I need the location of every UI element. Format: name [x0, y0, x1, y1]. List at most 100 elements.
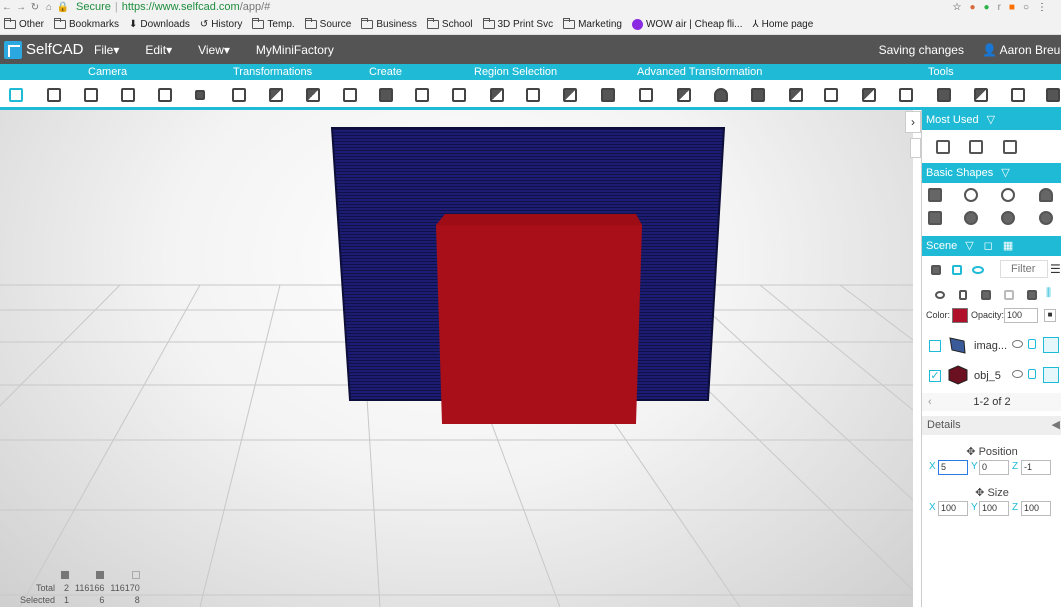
zoom-camera-tool-icon[interactable] — [45, 86, 63, 104]
sketch-tool-icon[interactable] — [1044, 86, 1061, 104]
extension-icon-dot[interactable]: ○ — [1023, 2, 1029, 13]
bookmark-temp[interactable]: Temp. — [252, 17, 295, 30]
shape-torus-knot-icon[interactable] — [963, 210, 979, 226]
eye-icon[interactable] — [1012, 370, 1023, 378]
bookmark-marketing[interactable]: Marketing — [563, 17, 622, 30]
category-transformations[interactable]: Transformations — [233, 66, 312, 78]
chevron-left-icon[interactable]: ‹ — [928, 393, 932, 411]
extension-icon-green[interactable]: ● — [984, 2, 990, 13]
bevel-tool-icon[interactable] — [675, 86, 693, 104]
bookmark-downloads[interactable]: ⬇ Downloads — [129, 19, 190, 30]
most-used-box-icon[interactable] — [968, 139, 984, 155]
object-checkbox[interactable] — [929, 340, 941, 352]
cube-object[interactable] — [436, 225, 642, 424]
scene-grid-icon[interactable]: ▦ — [1003, 240, 1013, 252]
size-z-input[interactable]: 100 — [1021, 501, 1051, 516]
opacity-reset-button[interactable]: ■ — [1044, 309, 1056, 322]
column-solid-icon[interactable] — [978, 287, 994, 303]
bookmark-business[interactable]: Business — [361, 17, 417, 30]
scene-header[interactable]: Scene ▽ ◻ ▦ — [922, 236, 1061, 256]
camera-settings-tool-icon[interactable] — [156, 86, 174, 104]
color-swatch[interactable] — [952, 308, 968, 323]
bookmark-other[interactable]: Other — [4, 17, 44, 30]
stack-tool-icon[interactable] — [599, 86, 617, 104]
extension-icon-orange[interactable]: ■ — [1009, 2, 1015, 13]
lock-icon[interactable] — [1028, 339, 1036, 349]
boolean-tool-icon[interactable] — [897, 86, 915, 104]
camera-360-tool-icon[interactable] — [7, 86, 25, 104]
collapse-panel-button[interactable]: › — [905, 111, 921, 133]
create-box-tool-icon[interactable] — [413, 86, 431, 104]
shape-icosahedron-icon[interactable] — [1038, 210, 1054, 226]
selfcad-logo[interactable]: SelfCAD — [0, 40, 86, 59]
opacity-input[interactable]: 100 — [1004, 308, 1038, 323]
object-checkbox-checked[interactable]: ✓ — [929, 370, 941, 382]
object-cube-icon[interactable] — [1043, 337, 1059, 353]
scene-eye-icon[interactable] — [970, 262, 986, 278]
object-cube-icon[interactable] — [1043, 367, 1059, 383]
most-used-cube-icon[interactable] — [935, 139, 951, 155]
scene-objects-icon[interactable] — [928, 262, 944, 278]
rotate-camera-tool-icon[interactable] — [119, 86, 137, 104]
browser-menu-icon[interactable]: ⋮ — [1037, 2, 1047, 13]
mirror-tool-icon[interactable] — [822, 86, 840, 104]
menu-file[interactable]: File▾ — [94, 43, 119, 57]
forward-icon[interactable]: → — [14, 2, 28, 13]
category-advanced-transformation[interactable]: Advanced Transformation — [637, 66, 762, 78]
size-x-input[interactable]: 100 — [938, 501, 968, 516]
extension-icon[interactable]: ● — [969, 2, 975, 13]
position-z-input[interactable]: -1 — [1021, 460, 1051, 475]
bookmark-3d-print[interactable]: 3D Print Svc — [482, 17, 553, 30]
shape-cube-icon[interactable] — [927, 187, 943, 203]
scene-object-row[interactable]: ✓ obj_5 — [922, 362, 1061, 390]
move-tool-icon[interactable] — [230, 86, 248, 104]
most-used-frame-icon[interactable] — [1002, 139, 1018, 155]
bookmark-bookmarks[interactable]: Bookmarks — [54, 17, 119, 30]
edge-select-tool-icon[interactable] — [524, 86, 542, 104]
eye-icon[interactable] — [1012, 340, 1023, 348]
bookmark-history[interactable]: ↺ History — [200, 19, 243, 30]
bookmark-source[interactable]: Source — [304, 17, 351, 30]
column-wireframe-icon[interactable] — [1001, 287, 1017, 303]
scene-object-row[interactable]: imag... — [922, 332, 1061, 360]
scene-visibility-off-icon[interactable] — [949, 262, 965, 278]
bookmark-home-page[interactable]: ⅄ Home page — [753, 19, 814, 30]
scene-filter-input[interactable] — [1000, 260, 1048, 278]
shape-cone-icon[interactable] — [1038, 187, 1054, 203]
user-menu[interactable]: 👤 Aaron Breue — [982, 43, 1061, 57]
category-create[interactable]: Create — [369, 66, 402, 78]
panel-tab-button[interactable] — [910, 138, 921, 158]
3d-viewport[interactable]: Total 2 116166 116170 Selected 1 6 8 — [0, 110, 913, 607]
extrude-tool-icon[interactable] — [377, 86, 395, 104]
subdivide-tool-icon[interactable] — [637, 86, 655, 104]
scale-tool-icon[interactable] — [304, 86, 322, 104]
align-tool-icon[interactable] — [860, 86, 878, 104]
category-region-selection[interactable]: Region Selection — [474, 66, 557, 78]
back-icon[interactable]: ← — [0, 2, 14, 13]
twist-tool-icon[interactable] — [749, 86, 767, 104]
reload-icon[interactable]: ↻ — [28, 2, 42, 13]
category-camera[interactable]: Camera — [88, 66, 127, 78]
basic-shapes-header[interactable]: Basic Shapes ▽ — [922, 163, 1061, 183]
shape-cylinder-icon[interactable] — [927, 210, 943, 226]
slice-tool-icon[interactable] — [787, 86, 805, 104]
menu-myminifactory[interactable]: MyMiniFactory — [256, 43, 334, 57]
star-icon[interactable]: ☆ — [953, 2, 962, 13]
pan-camera-tool-icon[interactable] — [82, 86, 100, 104]
menu-view[interactable]: View▾ — [198, 43, 230, 57]
url-text[interactable]: https://www.selfcad.com/app/# — [122, 1, 271, 13]
cone-tool-icon[interactable] — [712, 86, 730, 104]
column-settings-icon[interactable]: ⫼ — [1046, 287, 1061, 303]
shape-sphere-icon[interactable] — [1000, 187, 1016, 203]
scene-menu-icon[interactable]: ☰ — [1050, 262, 1061, 278]
size-y-input[interactable]: 100 — [979, 501, 1009, 516]
lock-icon[interactable] — [1028, 369, 1036, 379]
face-select-tool-icon[interactable] — [488, 86, 506, 104]
position-y-input[interactable]: 0 — [979, 460, 1009, 475]
scene-view-toggle-icon[interactable]: ◻ — [984, 240, 993, 252]
column-visibility-icon[interactable] — [932, 287, 948, 303]
triangle-left-icon[interactable]: ◀ — [1052, 416, 1060, 435]
bookmark-wow-air[interactable]: WOW air | Cheap fli... — [631, 18, 743, 30]
position-x-input[interactable]: 5 — [938, 460, 968, 475]
rotate-tool-icon[interactable] — [267, 86, 285, 104]
